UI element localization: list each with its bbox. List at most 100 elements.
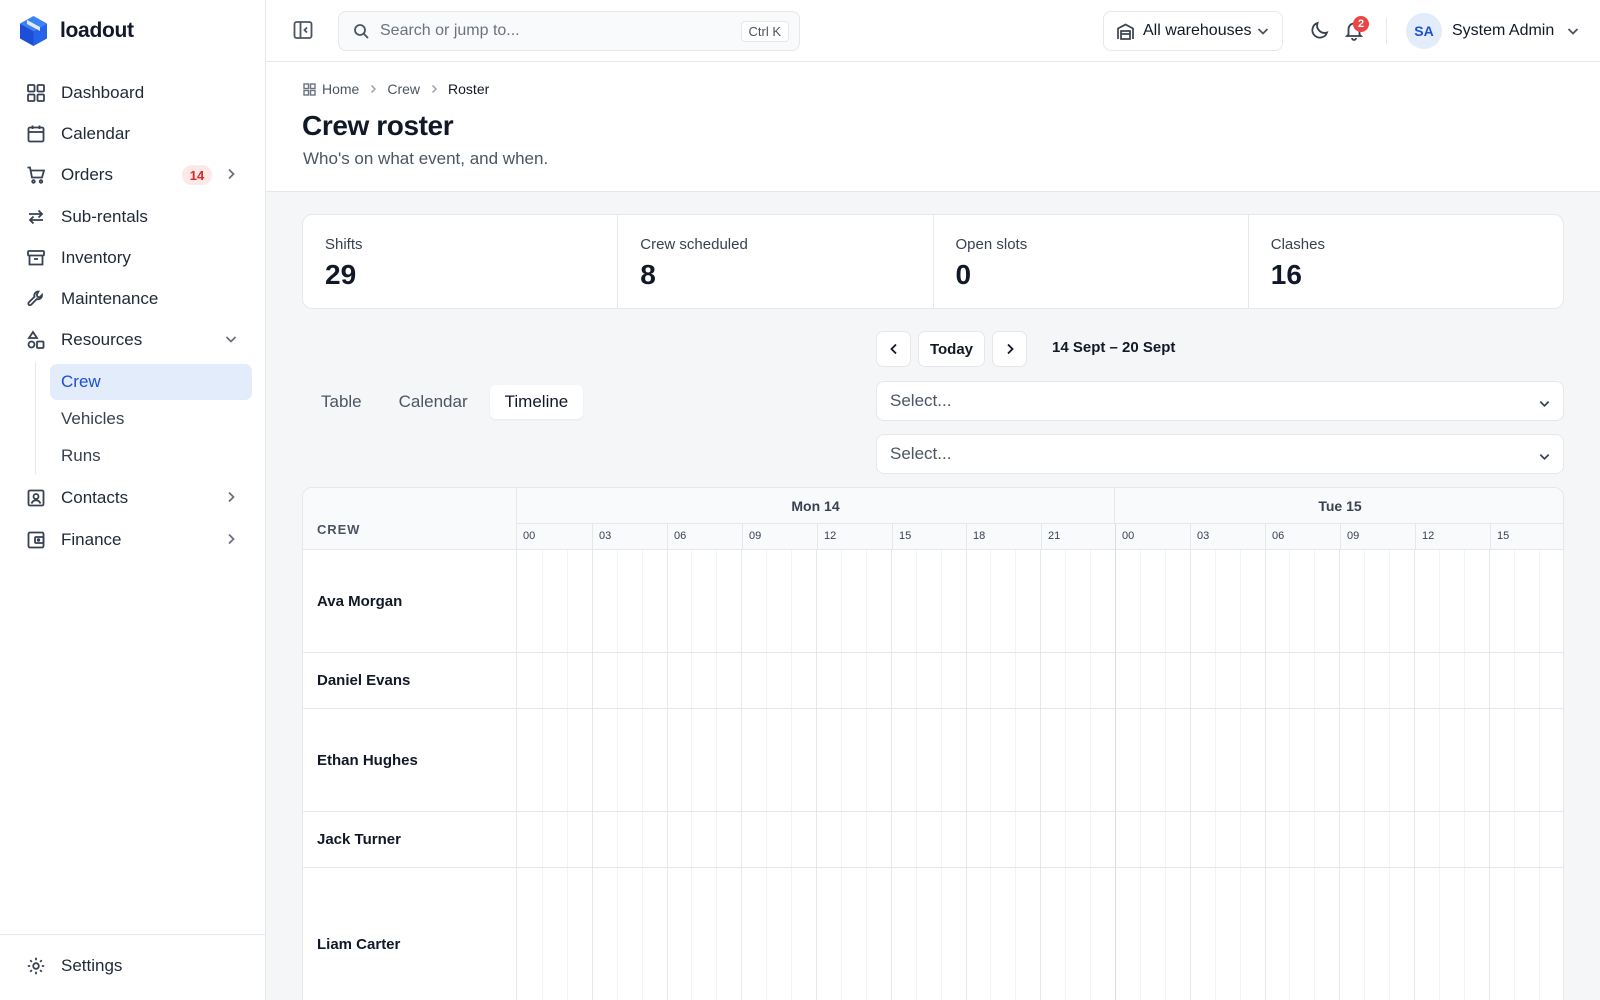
page-subtitle: Who's on what event, and when.: [303, 149, 549, 168]
moon-icon[interactable]: [1309, 19, 1333, 43]
orders-count-badge: 14: [182, 165, 212, 185]
sidebar-item-calendar[interactable]: Calendar: [16, 115, 252, 153]
chevron-down-icon: [1566, 24, 1580, 38]
filter-select-1[interactable]: Select...: [876, 381, 1564, 421]
chevron-right-icon: [368, 84, 378, 94]
shapes-icon: [25, 329, 47, 351]
hour-label: 06: [1265, 524, 1340, 550]
grid-icon: [25, 82, 47, 104]
warehouse-select[interactable]: All warehouses: [1103, 11, 1283, 51]
sidebar-item-label: Orders: [61, 165, 113, 184]
view-tabs: Table Calendar Timeline: [306, 384, 590, 420]
crew-column-header: CREW: [303, 488, 517, 550]
search-shortcut: Ctrl K: [740, 21, 789, 42]
breadcrumb-crew[interactable]: Crew: [387, 81, 420, 97]
hour-label: 03: [592, 524, 667, 550]
sidebar-item-dashboard[interactable]: Dashboard: [16, 74, 252, 112]
stat-card-shifts: Shifts 29: [303, 215, 619, 308]
chevron-down-icon: [1538, 395, 1551, 415]
crew-row[interactable]: Ethan Hughes: [303, 709, 1563, 812]
stat-label: Clashes: [1270, 236, 1325, 253]
stat-label: Crew scheduled: [640, 236, 748, 253]
crew-name: Jack Turner: [303, 812, 517, 867]
crew-row[interactable]: Jack Turner: [303, 812, 1563, 868]
hour-header: 00 03 06 09 12 15 18 21 00 03 06 09 12 1…: [517, 524, 1563, 550]
stat-value: 16: [1270, 259, 1302, 290]
hour-label: 06: [667, 524, 742, 550]
hour-label: 15: [892, 524, 966, 550]
tab-timeline[interactable]: Timeline: [489, 385, 584, 419]
sidebar-divider: [0, 934, 265, 935]
hour-label: 12: [817, 524, 892, 550]
next-week-button[interactable]: [992, 331, 1027, 367]
sidebar-item-label: Contacts: [61, 488, 129, 507]
crew-row[interactable]: Liam Carter: [303, 868, 1563, 1000]
chevron-left-icon: [887, 342, 901, 356]
cart-icon: [25, 164, 47, 186]
contact-icon: [25, 487, 47, 509]
stat-value: 0: [955, 259, 972, 290]
warehouse-label: All warehouses: [1143, 22, 1252, 39]
stat-label: Open slots: [955, 236, 1028, 253]
crew-timeline: CREW Mon 14 Tue 15 00 03 06 09 12 15 18 …: [302, 487, 1564, 1000]
hour-label: 18: [966, 524, 1041, 550]
chevron-down-icon: [224, 332, 238, 351]
stat-card-crew-scheduled: Crew scheduled 8: [618, 215, 934, 308]
hour-label: 09: [742, 524, 817, 550]
chevron-right-icon: [224, 167, 238, 186]
sidebar-subitem-crew[interactable]: Crew: [50, 364, 252, 400]
app-name: loadout: [60, 19, 134, 42]
search-input[interactable]: [380, 22, 720, 40]
sidebar-subitem-vehicles[interactable]: Vehicles: [50, 401, 252, 437]
crew-column-label: CREW: [317, 522, 361, 537]
search-icon: [353, 23, 370, 40]
search-bar[interactable]: Ctrl K: [338, 11, 800, 51]
sidebar-toggle-icon[interactable]: [292, 19, 316, 43]
crew-row[interactable]: Daniel Evans: [303, 653, 1563, 709]
sidebar-subitem-runs[interactable]: Runs: [50, 438, 252, 474]
breadcrumb-home[interactable]: Home: [322, 81, 359, 97]
stat-value: 29: [325, 259, 357, 290]
user-menu[interactable]: SA System Admin: [1406, 13, 1580, 49]
brand[interactable]: loadout: [19, 15, 134, 47]
logo-icon: [20, 16, 47, 46]
notification-badge: 2: [1353, 16, 1369, 32]
tab-calendar[interactable]: Calendar: [384, 385, 483, 419]
sidebar-item-label: Settings: [61, 956, 123, 975]
timeline-body: Ava Morgan Daniel Evans Ethan Hughes Jac…: [303, 550, 1563, 1000]
sidebar-item-label: Resources: [61, 330, 143, 349]
sidebar: loadout Dashboard Calendar Orders 14 Sub…: [0, 0, 266, 1000]
chevron-right-icon: [224, 532, 238, 551]
select-placeholder: Select...: [890, 391, 952, 410]
today-button[interactable]: Today: [918, 331, 985, 367]
day-header-mon: Mon 14: [517, 488, 1115, 524]
chevron-down-icon: [1256, 24, 1270, 43]
prev-week-button[interactable]: [876, 331, 911, 367]
crew-name: Ava Morgan: [303, 550, 517, 652]
sidebar-item-finance[interactable]: Finance: [16, 521, 252, 559]
filter-select-2[interactable]: Select...: [876, 434, 1564, 474]
hour-label: 09: [1340, 524, 1415, 550]
day-header-tue: Tue 15: [1115, 488, 1563, 524]
sidebar-item-inventory[interactable]: Inventory: [16, 239, 252, 277]
breadcrumb: Home Crew Roster: [303, 81, 489, 97]
breadcrumb-current: Roster: [448, 81, 490, 97]
sidebar-item-label: Calendar: [61, 124, 130, 143]
calendar-icon: [25, 123, 47, 145]
date-range-label: 14 Sept – 20 Sept: [1052, 339, 1176, 356]
wrench-icon: [25, 288, 47, 310]
sidebar-item-sub-rentals[interactable]: Sub-rentals: [16, 198, 252, 236]
hour-label: 21: [1041, 524, 1115, 550]
sidebar-item-contacts[interactable]: Contacts: [16, 479, 252, 517]
crew-row[interactable]: Ava Morgan: [303, 550, 1563, 653]
crew-name: Ethan Hughes: [303, 709, 517, 811]
tab-table[interactable]: Table: [306, 385, 377, 419]
sidebar-item-orders[interactable]: Orders 14: [16, 156, 252, 194]
sidebar-item-maintenance[interactable]: Maintenance: [16, 280, 252, 318]
sidebar-item-resources[interactable]: Resources: [16, 321, 252, 359]
warehouse-icon: [1116, 22, 1135, 41]
sidebar-item-settings[interactable]: Settings: [16, 947, 252, 985]
stat-card-open-slots: Open slots 0: [934, 215, 1249, 308]
topbar: Ctrl K All warehouses 2 SA System Admin: [266, 0, 1600, 62]
stat-value: 8: [640, 259, 656, 290]
